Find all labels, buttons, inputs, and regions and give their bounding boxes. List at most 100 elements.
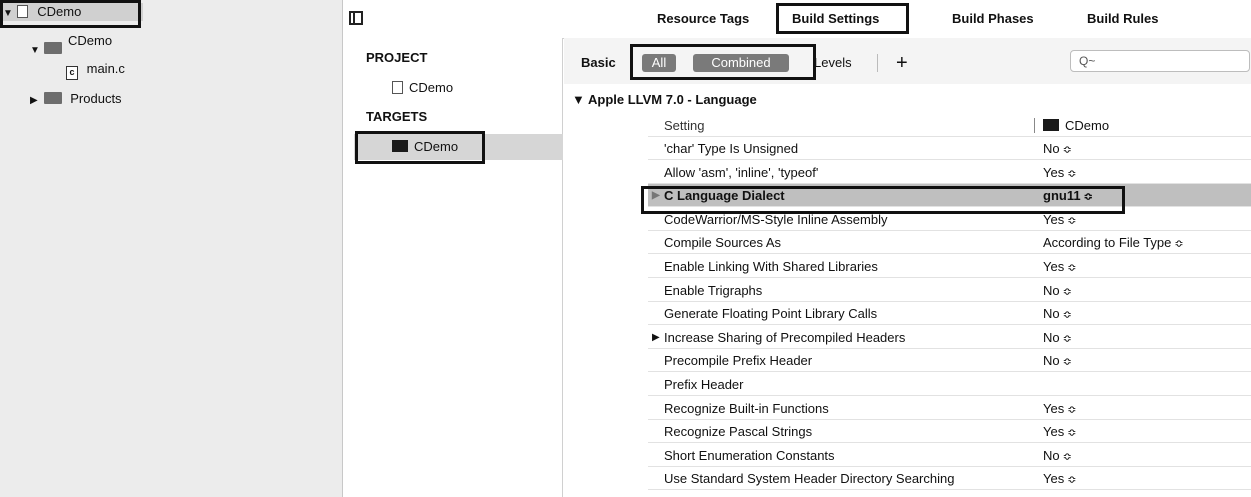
setting-value-text: Yes <box>1043 400 1065 416</box>
disclosure-down-icon[interactable]: ▼ <box>3 5 13 23</box>
target-app-icon <box>1043 119 1059 131</box>
setting-value-text: Yes <box>1043 211 1065 227</box>
popup-stepper-icon[interactable]: ≎ <box>1063 356 1072 368</box>
tab-build-settings[interactable]: Build Settings <box>792 11 879 26</box>
setting-row[interactable]: ▶ Increase Sharing of Precompiled Headers… <box>648 326 1251 349</box>
popup-stepper-icon[interactable]: ≎ <box>1067 215 1076 227</box>
setting-name: Prefix Header <box>664 377 744 392</box>
popup-stepper-icon[interactable]: ≎ <box>1063 309 1072 321</box>
settings-column-header: Setting CDemo <box>648 114 1251 137</box>
target-item-row[interactable] <box>354 134 563 160</box>
navigator-products-label: Products <box>70 91 122 106</box>
setting-name: Recognize Pascal Strings <box>664 424 813 440</box>
setting-value-text: No <box>1043 306 1060 322</box>
settings-search-input[interactable]: Q~ <box>1070 50 1250 72</box>
setting-name: Compile Sources As <box>664 235 782 251</box>
setting-value[interactable]: According to File Type ≎ <box>1043 231 1184 256</box>
popup-stepper-icon[interactable]: ≎ <box>1063 451 1072 463</box>
popup-stepper-icon[interactable]: ≎ <box>1063 333 1072 345</box>
popup-stepper-icon[interactable]: ≎ <box>1174 238 1183 250</box>
setting-row[interactable]: CodeWarrior/MS-Style Inline Assembly Yes ≎ <box>648 208 1251 231</box>
navigator-project-row[interactable]: ▼ CDemo <box>0 3 143 21</box>
setting-name: Recognize Built-in Functions <box>664 400 829 416</box>
sidebar-toggle-icon[interactable] <box>349 11 363 25</box>
target-column-label: CDemo <box>1043 114 1109 137</box>
project-item[interactable]: CDemo <box>392 80 453 95</box>
setting-column-label: Setting <box>664 118 705 133</box>
popup-stepper-icon[interactable]: ≎ <box>1067 404 1076 416</box>
setting-name: Use Standard System Header Directory Sea… <box>664 471 955 487</box>
disclosure-right-icon[interactable]: ▶ <box>30 92 40 110</box>
filter-levels-button[interactable]: Levels <box>814 54 852 72</box>
setting-row[interactable]: Compile Sources As According to File Type… <box>648 231 1251 256</box>
tab-resource-tags[interactable]: Resource Tags <box>657 11 749 26</box>
setting-row[interactable]: Recognize Pascal Strings Yes ≎ <box>648 420 1251 445</box>
setting-name: Generate Floating Point Library Calls <box>664 306 878 322</box>
setting-row[interactable]: Allow 'asm', 'inline', 'typeof' Yes ≎ <box>648 161 1251 184</box>
build-settings-filter-bar: Basic All Combined Levels + Q~ <box>564 38 1251 85</box>
setting-value[interactable]: No ≎ <box>1043 279 1072 304</box>
disclosure-right-icon[interactable]: ▶ <box>652 326 660 349</box>
popup-stepper-icon[interactable]: ≎ <box>1067 474 1076 486</box>
setting-row[interactable]: Recognize Built-in Functions Yes ≎ <box>648 397 1251 420</box>
disclosure-down-icon[interactable]: ▼ <box>30 42 40 60</box>
target-item-label: CDemo <box>414 139 459 154</box>
setting-value[interactable]: No ≎ <box>1043 444 1072 469</box>
setting-name: C Language Dialect <box>664 188 785 204</box>
setting-value[interactable]: Yes ≎ <box>1043 255 1076 280</box>
filter-all-button[interactable]: All <box>642 54 676 72</box>
divider <box>877 54 878 72</box>
setting-row[interactable]: Enable Linking With Shared Libraries Yes ≎ <box>648 255 1251 278</box>
popup-stepper-icon[interactable]: ≎ <box>1063 144 1072 156</box>
setting-row[interactable]: ▶ C Language Dialect gnu11 ≎ <box>648 184 1251 209</box>
setting-name: Increase Sharing of Precompiled Headers <box>664 329 906 345</box>
disclosure-right-icon[interactable]: ▶ <box>652 184 660 207</box>
popup-stepper-icon[interactable]: ≎ <box>1067 262 1076 274</box>
setting-row[interactable]: 'char' Type Is Unsigned No ≎ <box>648 137 1251 160</box>
popup-stepper-icon[interactable]: ≎ <box>1063 286 1072 298</box>
setting-value[interactable]: No ≎ <box>1043 326 1072 351</box>
setting-value[interactable]: No ≎ <box>1043 137 1072 162</box>
setting-value[interactable]: No ≎ <box>1043 302 1072 327</box>
setting-row[interactable]: Generate Floating Point Library Calls No ≎ <box>648 302 1251 327</box>
setting-value[interactable]: gnu11 ≎ <box>1043 184 1093 209</box>
editor-tab-bar: Resource Tags Build Settings Build Phase… <box>344 0 1251 39</box>
popup-stepper-icon[interactable]: ≎ <box>1084 191 1093 203</box>
filter-combined-button[interactable]: Combined <box>693 54 789 72</box>
setting-value-text: No <box>1043 282 1060 298</box>
navigator-project-label: CDemo <box>37 4 82 19</box>
setting-value-text: No <box>1043 447 1060 463</box>
setting-value[interactable]: Yes ≎ <box>1043 420 1076 445</box>
setting-value[interactable]: Yes ≎ <box>1043 161 1076 186</box>
setting-value-text: No <box>1043 329 1060 345</box>
settings-group-title[interactable]: ▼ Apple LLVM 7.0 - Language <box>572 92 757 107</box>
setting-row[interactable]: Enable Trigraphs No ≎ <box>648 279 1251 302</box>
setting-value-text: Yes <box>1043 164 1065 180</box>
target-item[interactable]: CDemo <box>392 139 458 154</box>
setting-name: Enable Linking With Shared Libraries <box>664 259 878 274</box>
setting-name: Enable Trigraphs <box>664 282 763 298</box>
setting-value[interactable]: Yes ≎ <box>1043 208 1076 233</box>
setting-value[interactable]: Yes ≎ <box>1043 467 1076 492</box>
target-column-name: CDemo <box>1065 118 1110 133</box>
popup-stepper-icon[interactable]: ≎ <box>1067 427 1076 439</box>
setting-row[interactable]: Short Enumeration Constants No ≎ <box>648 444 1251 467</box>
filter-basic-button[interactable]: Basic <box>581 54 616 72</box>
tab-build-rules[interactable]: Build Rules <box>1087 11 1159 26</box>
navigator-group-row[interactable]: ▼ <box>30 40 67 58</box>
target-app-icon <box>392 140 408 152</box>
tab-build-phases[interactable]: Build Phases <box>952 11 1034 26</box>
setting-row[interactable]: Prefix Header <box>648 373 1251 396</box>
setting-value[interactable]: Yes ≎ <box>1043 397 1076 422</box>
add-setting-button[interactable]: + <box>896 53 908 73</box>
setting-row[interactable]: Use Standard System Header Directory Sea… <box>648 467 1251 492</box>
setting-name: 'char' Type Is Unsigned <box>664 141 799 156</box>
setting-value-text: According to File Type <box>1043 235 1172 251</box>
navigator-file-row[interactable]: c main.c <box>66 60 125 80</box>
setting-value-text: No <box>1043 353 1060 369</box>
navigator-products-row[interactable]: ▶ Products <box>30 90 122 108</box>
setting-row[interactable]: Precompile Prefix Header No ≎ <box>648 349 1251 374</box>
setting-value[interactable]: No ≎ <box>1043 349 1072 374</box>
popup-stepper-icon[interactable]: ≎ <box>1067 168 1076 180</box>
build-settings-table: ▼ Apple LLVM 7.0 - Language Setting CDem… <box>564 84 1251 497</box>
